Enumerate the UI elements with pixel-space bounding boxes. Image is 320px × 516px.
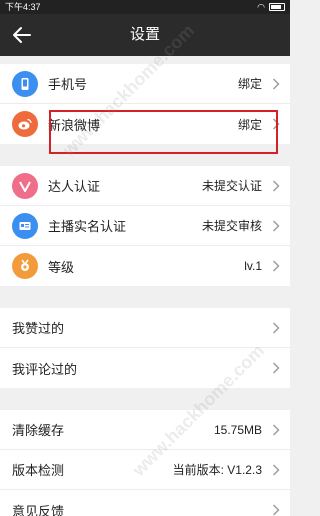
level-row[interactable]: 等级 lv.1: [0, 246, 290, 286]
chevron-right-icon: [273, 424, 280, 435]
chevron-right-icon: [273, 322, 280, 333]
streamer-verify-label: 主播实名认证: [48, 219, 127, 234]
medal-icon: [12, 253, 38, 279]
expert-badge-icon: [12, 172, 38, 199]
phone-bind-status: 绑定: [237, 77, 262, 91]
wifi-icon: ◠: [257, 2, 265, 12]
chevron-right-icon: [273, 362, 280, 374]
cache-size: 15.75MB: [213, 422, 262, 437]
version-check-row[interactable]: 版本检测 当前版本: V1.2.3: [0, 450, 290, 490]
chevron-right-icon: [273, 260, 280, 272]
expert-verify-row[interactable]: 达人认证 未提交认证: [0, 166, 290, 206]
highlight-box: [49, 110, 278, 154]
battery-icon: [269, 3, 285, 11]
streamer-verify-row[interactable]: 主播实名认证 未提交审核: [0, 206, 290, 246]
phone-row[interactable]: 手机号 绑定: [0, 64, 290, 104]
liked-label: 我赞过的: [12, 321, 65, 336]
commented-row[interactable]: 我评论过的: [0, 348, 290, 388]
phone-icon: [12, 70, 38, 97]
liked-row[interactable]: 我赞过的: [0, 308, 290, 348]
phone-label: 手机号: [48, 77, 88, 92]
weibo-icon: [12, 111, 38, 137]
version-check-label: 版本检测: [12, 463, 65, 478]
chevron-right-icon: [273, 464, 280, 475]
chevron-right-icon: [273, 504, 280, 516]
status-icons: ◠: [257, 0, 285, 14]
expert-verify-label: 达人认证: [48, 179, 101, 194]
clear-cache-row[interactable]: 清除缓存 15.75MB: [0, 410, 290, 450]
feedback-row[interactable]: 意见反馈: [0, 490, 290, 516]
system-group: 清除缓存 15.75MB 版本检测 当前版本: V1.2.3 意见反馈: [0, 410, 290, 516]
level-label: 等级: [48, 259, 75, 275]
feedback-label: 意见反馈: [12, 503, 65, 516]
id-card-icon: [12, 212, 38, 239]
status-bar: 下午4:37 ◠: [0, 0, 290, 14]
current-version: 当前版本: V1.2.3: [172, 463, 262, 477]
status-time: 下午4:37: [5, 2, 41, 12]
level-value: lv.1: [244, 259, 262, 273]
verification-group: 达人认证 未提交认证 主播实名认证 未提交审核 等级 lv.1: [0, 166, 290, 286]
commented-label: 我评论过的: [12, 361, 78, 377]
streamer-verify-status: 未提交审核: [201, 219, 262, 233]
title-bar: 设置: [0, 14, 290, 56]
expert-verify-status: 未提交认证: [201, 179, 262, 193]
page-title: 设置: [129, 26, 160, 43]
clear-cache-label: 清除缓存: [12, 423, 65, 438]
activity-group: 我赞过的 我评论过的: [0, 308, 290, 388]
chevron-right-icon: [273, 180, 280, 191]
chevron-right-icon: [273, 78, 280, 89]
chevron-right-icon: [273, 220, 280, 231]
